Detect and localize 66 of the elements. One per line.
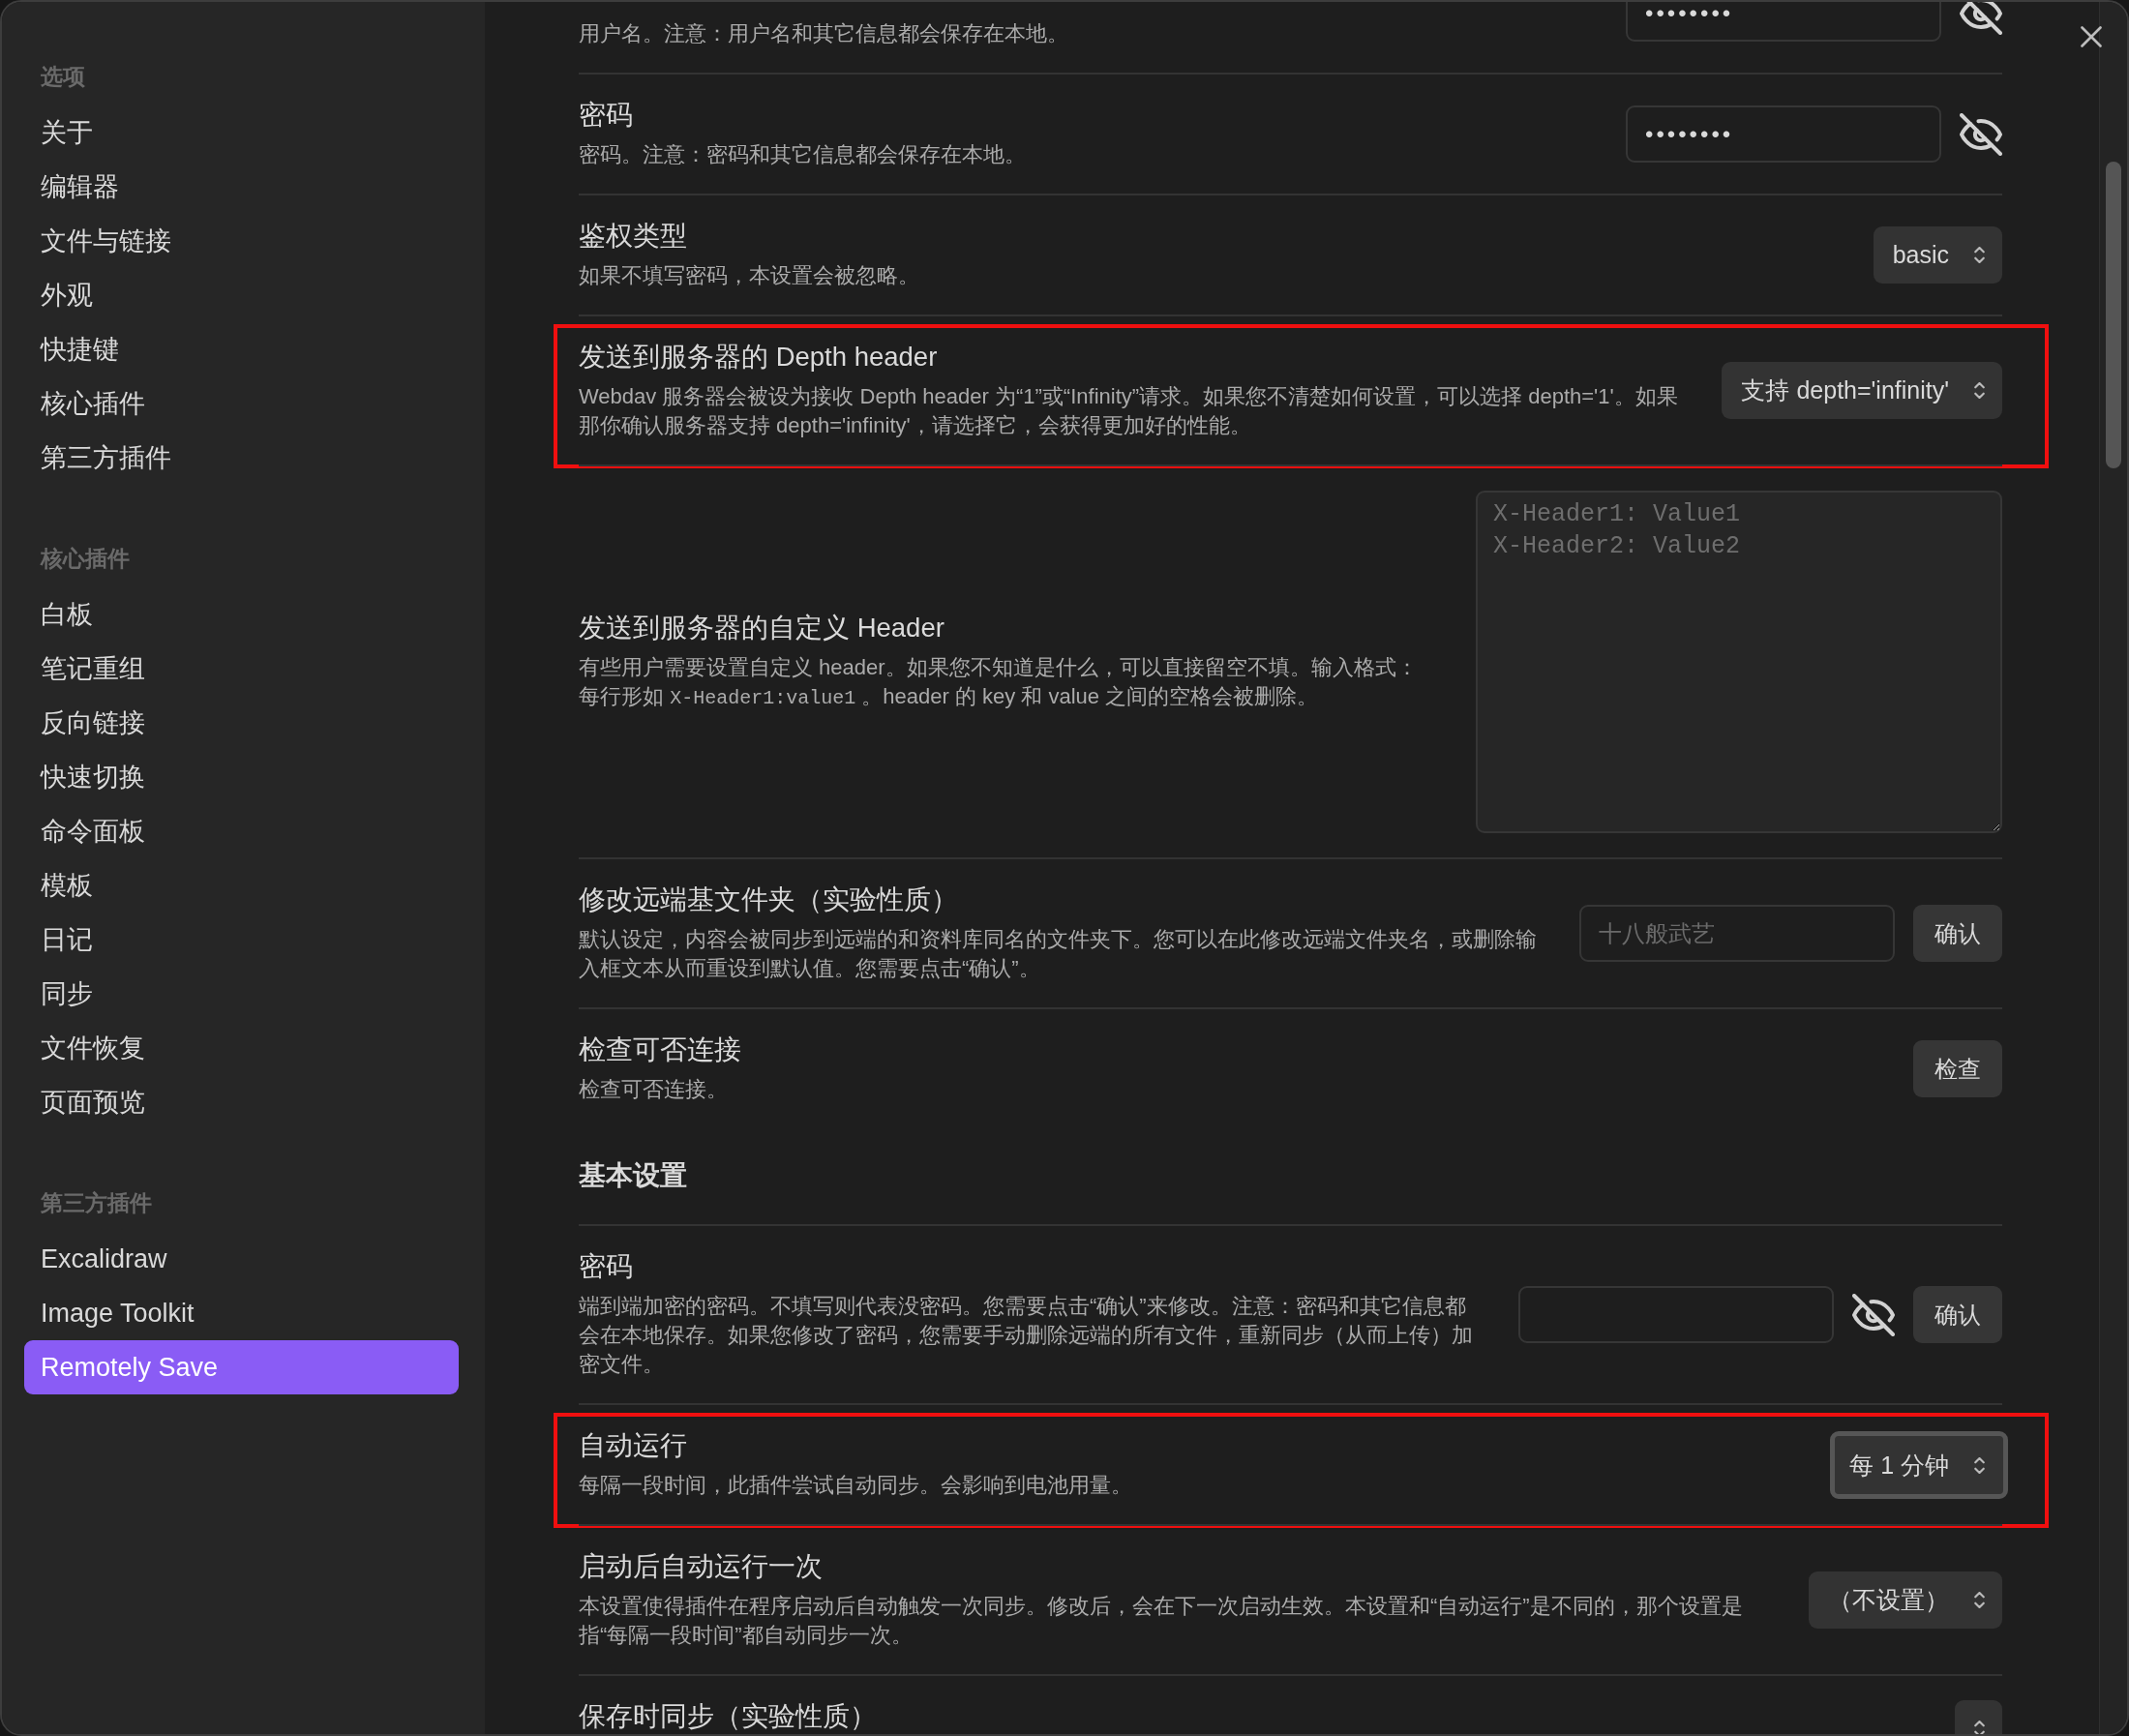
scrollbar-thumb[interactable] (2106, 162, 2121, 468)
setting-title: 启动后自动运行一次 (579, 1550, 824, 1582)
setting-description: 默认设定，内容会被同步到远端的和资料库同名的文件夹下。您可以在此修改远端文件夹名，或删除输入框文本从而重设到默认值。您需要点击“确认”。 (579, 926, 1537, 982)
action-button[interactable]: 确认 (1913, 905, 2002, 962)
eye-slash-icon[interactable] (1960, 112, 2002, 156)
chevron-updown-icon (1974, 1456, 1985, 1474)
sidebar-item[interactable]: 快捷键 (24, 322, 459, 376)
sidebar-item[interactable]: 笔记重组 (24, 642, 459, 696)
setting-description: Webdav 服务器会被设为接收 Depth header 为“1”或“Infinity”请求。如果您不清楚如何设置，可以选择 depth='1'。如果那你确认服务器支持 depth='infinity'，请选择它，会获得更加好的性能。 (579, 383, 1679, 439)
sidebar-item[interactable]: 关于 (24, 105, 459, 160)
setting-title: 修改远端基文件夹（实验性质） (579, 883, 959, 915)
setting-description: 如果不填写密码，本设置会被忽略。 (579, 262, 920, 289)
action-button[interactable]: 检查 (1913, 1040, 2002, 1097)
sidebar-item[interactable]: 文件恢复 (24, 1021, 459, 1075)
text-area[interactable]: X-Header1: Value1 X-Header2: Value2 (1476, 491, 2002, 833)
dropdown[interactable]: （不设置） (1809, 1571, 2002, 1629)
sidebar-item[interactable]: Excalidraw (24, 1232, 459, 1286)
sidebar-item[interactable]: 同步 (24, 967, 459, 1021)
sidebar-item[interactable]: 命令面板 (24, 804, 459, 858)
sidebar-item[interactable]: Remotely Save (24, 1340, 459, 1394)
setting-title: 发送到服务器的自定义 Header (579, 611, 945, 644)
sidebar-item[interactable]: 页面预览 (24, 1075, 459, 1129)
action-button[interactable]: 确认 (1913, 1286, 2002, 1343)
password-field[interactable] (1518, 1286, 1834, 1343)
setting-description: 有些用户需要设置自定义 header。如果您不知道是什么，可以直接留空不填。输入格式：每行形如 X-Header1:value1 。header 的 key 和 value 之间的空格会被删除。 (579, 653, 1419, 711)
sidebar-item[interactable]: 核心插件 (24, 376, 459, 431)
eye-slash-icon[interactable] (1960, 2, 2002, 35)
sidebar-item[interactable]: Image Toolkit (24, 1286, 459, 1340)
sidebar-item[interactable]: 模板 (24, 858, 459, 913)
chevron-updown-icon (1974, 1592, 1985, 1608)
setting-description: 检查可否连接。 (579, 1076, 729, 1103)
setting-title: 自动运行 (579, 1429, 688, 1461)
sidebar-heading: 第三方插件 (40, 1189, 153, 1217)
password-field[interactable]: •••••••• (1626, 105, 1941, 163)
setting-title: 保存时同步（实验性质） (579, 1700, 878, 1732)
section-heading: 基本设置 (579, 1159, 687, 1191)
setting-description: 端到端加密的密码。不填写则代表没密码。您需要点击“确认”来修改。注意：密码和其它信息都会在本地保存。如果您修改了密码，您需要手动删除远端的所有文件，重新同步（从而上传）加密文件。 (579, 1293, 1474, 1378)
sidebar-item[interactable]: 文件与链接 (24, 214, 459, 268)
chevron-updown-icon (1974, 247, 1985, 263)
setting-description: 用户名。注意：用户名和其它信息都会保存在本地。 (579, 20, 1069, 47)
sidebar-item[interactable]: 日记 (24, 913, 459, 967)
sidebar-item[interactable]: 编辑器 (24, 160, 459, 214)
close-icon[interactable] (2081, 26, 2102, 47)
sidebar-item[interactable]: 快速切换 (24, 750, 459, 804)
sidebar-item[interactable]: 外观 (24, 268, 459, 322)
sidebar-item[interactable]: 第三方插件 (24, 431, 459, 485)
setting-description: 本设置使得插件在程序启动后自动触发一次同步。修改后，会在下一次启动生效。本设置和“自动运行”是不同的，那个设置是指“每隔一段时间”都自动同步一次。 (579, 1593, 1744, 1649)
setting-title: 密码 (579, 1250, 634, 1282)
dropdown[interactable]: basic (1873, 226, 2002, 284)
sidebar-item[interactable]: 反向链接 (24, 696, 459, 750)
sidebar-item[interactable]: 白板 (24, 587, 459, 642)
sidebar-heading: 核心插件 (39, 545, 131, 573)
chevron-updown-icon (1974, 382, 1985, 399)
setting-title: 检查可否连接 (579, 1033, 742, 1065)
setting-description: 密码。注意：密码和其它信息都会保存在本地。 (579, 141, 1027, 168)
setting-title: 密码 (579, 99, 634, 131)
text-field[interactable]: 十八般武艺 (1579, 905, 1895, 962)
setting-description: 每隔一段时间，此插件尝试自动同步。会影响到电池用量。 (579, 1472, 1133, 1499)
password-field[interactable]: •••••••• (1626, 2, 1941, 42)
sidebar-heading: 选项 (40, 63, 86, 91)
dropdown[interactable]: 支持 depth='infinity' (1722, 362, 2002, 419)
setting-title: 发送到服务器的 Depth header (579, 341, 939, 373)
dropdown[interactable]: 每 1 分钟 (1830, 1431, 2008, 1499)
setting-title: 鉴权类型 (579, 220, 688, 252)
eye-slash-icon[interactable] (1852, 1293, 1895, 1336)
chevron-updown-icon (1974, 1721, 1985, 1734)
